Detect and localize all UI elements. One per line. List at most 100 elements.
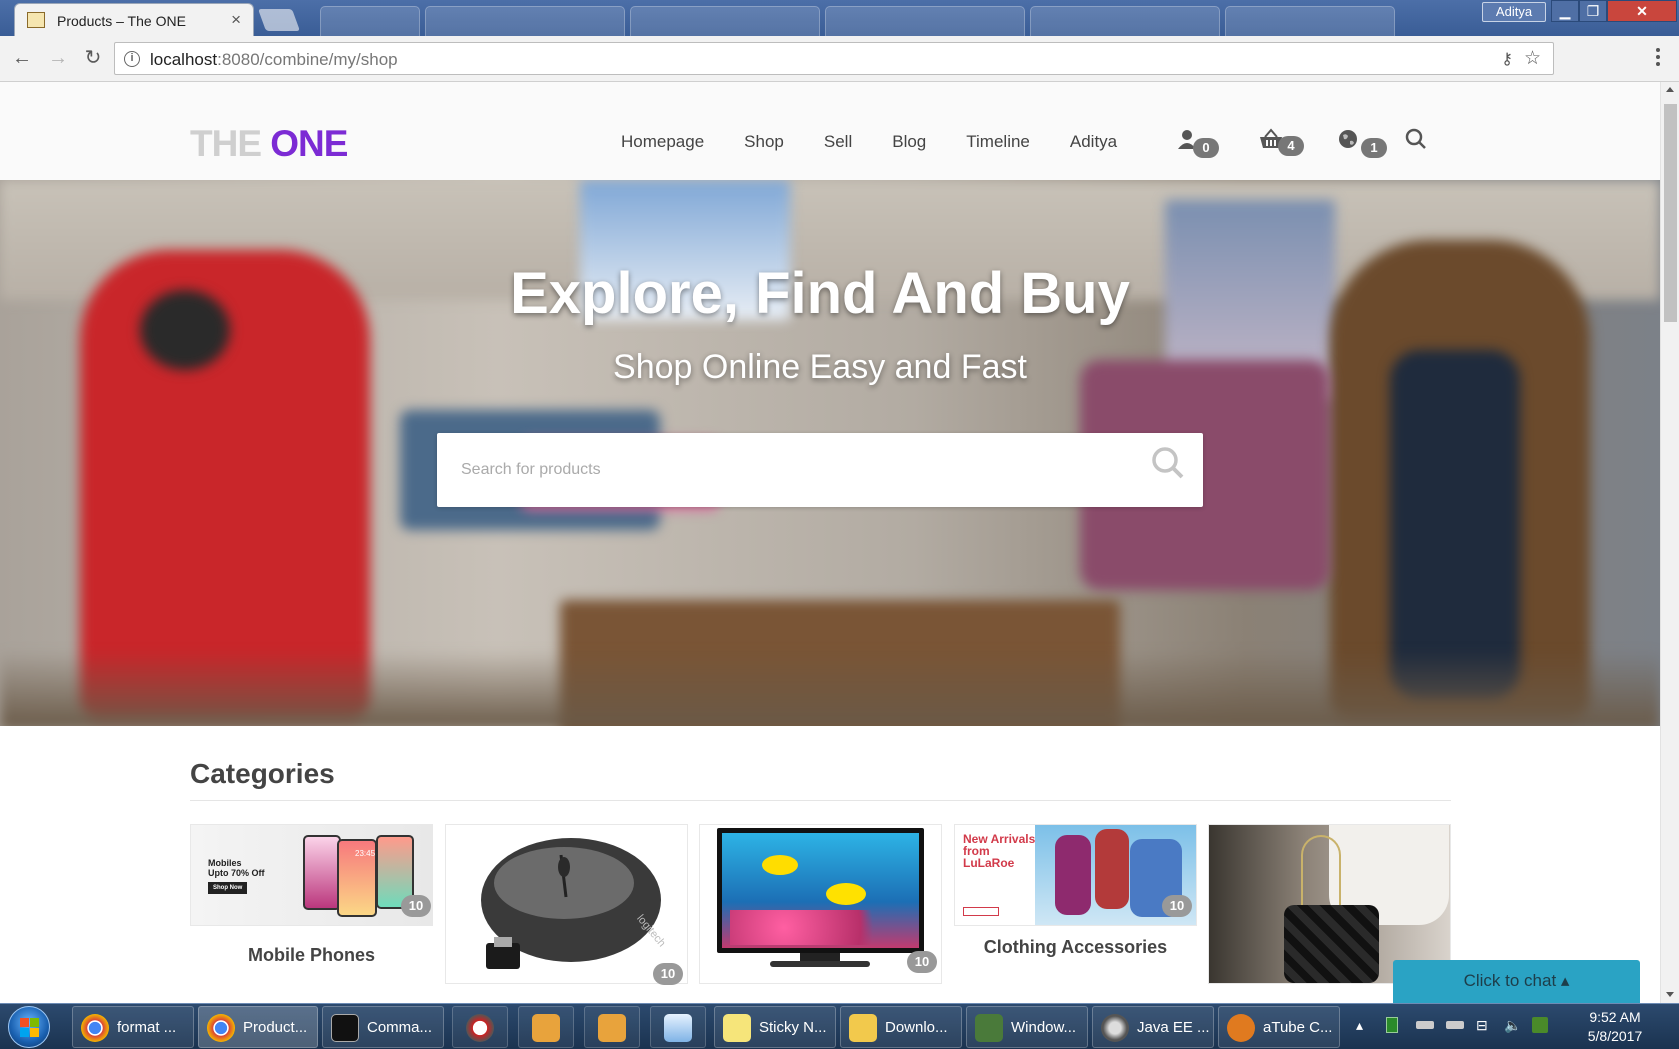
nav-timeline[interactable]: Timeline	[966, 132, 1030, 152]
taskbar-clock[interactable]: 9:52 AM 5/8/2017	[1560, 1008, 1670, 1046]
header-search-icon[interactable]	[1405, 128, 1427, 150]
site-logo[interactable]: THE ONE	[190, 123, 348, 165]
browser-menu-icon[interactable]	[1656, 48, 1662, 69]
banner-text: LuLaRoe	[963, 856, 1015, 870]
divider	[190, 800, 1451, 801]
taskbar-downloads[interactable]: Downlo...	[840, 1006, 962, 1048]
start-button[interactable]	[8, 1006, 50, 1048]
nav-homepage[interactable]: Homepage	[621, 132, 704, 152]
tray-drive-icon[interactable]	[1446, 1021, 1464, 1029]
cart-count-badge: 4	[1278, 136, 1304, 156]
taskbar-sticky-notes[interactable]: Sticky N...	[714, 1006, 836, 1048]
browser-tabstrip: Products – The ONE × Aditya ▁ ❐ ✕	[0, 0, 1679, 36]
background-tab[interactable]	[630, 6, 820, 36]
category-image: logitech	[446, 825, 687, 983]
taskbar-chrome-format[interactable]: format ...	[72, 1006, 194, 1048]
user-count-badge: 0	[1193, 138, 1219, 158]
tray-network-icon[interactable]: ⊟	[1476, 1017, 1488, 1034]
taskbar-chrome-products[interactable]: Product...	[198, 1006, 318, 1048]
taskbar-label: Comma...	[367, 1019, 433, 1036]
site-favicon-icon	[27, 12, 45, 28]
sticky-notes-icon	[723, 1014, 751, 1042]
banner-cta: Shop Now	[208, 882, 248, 894]
address-bar[interactable]: i localhost:8080/combine/my/shop ⚷ ☆	[114, 42, 1554, 75]
hero-banner: Explore, Find And Buy Shop Online Easy a…	[0, 180, 1660, 726]
compass-icon	[466, 1014, 494, 1042]
new-tab-button[interactable]	[257, 9, 301, 31]
background-tab[interactable]	[1030, 6, 1220, 36]
taskbar-java-ee[interactable]: Java EE ...	[1092, 1006, 1214, 1048]
browser-tab-active[interactable]: Products – The ONE ×	[14, 3, 254, 36]
banner-text: Upto 70% Off	[208, 868, 265, 878]
background-tab[interactable]	[825, 6, 1025, 36]
scroll-down-icon[interactable]	[1666, 992, 1674, 997]
taskbar-pinned-app[interactable]	[518, 1006, 574, 1048]
category-name: Clothing Accessories	[983, 937, 1168, 957]
search-submit-icon[interactable]	[1151, 446, 1185, 480]
key-icon[interactable]: ⚷	[1501, 49, 1513, 69]
taskbar-atube[interactable]: aTube C...	[1218, 1006, 1340, 1048]
taskbar-windows-app[interactable]: Window...	[966, 1006, 1088, 1048]
globe-notification-icon[interactable]	[1337, 128, 1359, 150]
windows-logo-icon	[20, 1018, 40, 1038]
taskbar-label: Sticky N...	[759, 1019, 827, 1036]
nav-shop[interactable]: Shop	[744, 132, 784, 152]
taskbar-label: Java EE ...	[1137, 1019, 1210, 1036]
category-count-badge: 10	[907, 951, 937, 973]
url-path: :8080/combine/my/shop	[217, 50, 398, 69]
nav-sell[interactable]: Sell	[824, 132, 852, 152]
reload-icon[interactable]: ↻	[81, 47, 105, 71]
nav-blog[interactable]: Blog	[892, 132, 926, 152]
background-tab[interactable]	[320, 6, 420, 36]
click-to-chat-button[interactable]: Click to chat ▴	[1393, 960, 1640, 1003]
chrome-icon	[207, 1014, 235, 1042]
bookmark-star-icon[interactable]: ☆	[1524, 47, 1541, 70]
atube-icon	[1227, 1014, 1255, 1042]
nav-user-aditya[interactable]: Aditya	[1070, 132, 1117, 152]
tray-volume-icon[interactable]: 🔈	[1504, 1017, 1521, 1034]
tab-close-icon[interactable]: ×	[231, 10, 241, 30]
category-card-mobile-phones[interactable]: Mobiles Upto 70% Off Shop Now 23:45 10 M…	[190, 824, 433, 965]
window-user-label[interactable]: Aditya	[1482, 2, 1546, 22]
eclipse-gear-icon	[1101, 1014, 1129, 1042]
browser-toolbar: ← → ↻ i localhost:8080/combine/my/shop ⚷…	[0, 36, 1679, 82]
taskbar-label: format ...	[117, 1019, 177, 1036]
os-taskbar: format ... Product... Comma... Sticky N.…	[0, 1003, 1679, 1049]
hero-subtitle: Shop Online Easy and Fast	[613, 348, 1027, 386]
page-scrollbar[interactable]	[1660, 82, 1679, 1003]
url-text: localhost:8080/combine/my/shop	[150, 50, 398, 70]
category-card-accessories[interactable]: logitech 10	[445, 824, 688, 985]
forward-arrow-icon[interactable]: →	[46, 47, 70, 71]
monitor-icon	[975, 1014, 1003, 1042]
scroll-up-icon[interactable]	[1666, 87, 1674, 92]
clock-time: 9:52 AM	[1589, 1009, 1641, 1025]
category-image: New Arrivals from LuLaRoe	[955, 825, 1196, 925]
taskbar-pinned-app[interactable]	[650, 1006, 706, 1048]
tray-app-icon[interactable]	[1386, 1017, 1398, 1033]
taskbar-label: Downlo...	[885, 1019, 948, 1036]
background-tab[interactable]	[1225, 6, 1395, 36]
logo-one: ONE	[270, 123, 348, 164]
background-tab[interactable]	[425, 6, 625, 36]
tray-usb-icon[interactable]	[1416, 1021, 1434, 1029]
category-card-clothing-accessories[interactable]: New Arrivals from LuLaRoe 10 Clothing Ac…	[954, 824, 1197, 957]
banner-clock: 23:45	[355, 849, 376, 858]
maximize-button[interactable]: ❐	[1579, 0, 1607, 22]
tray-expand-icon[interactable]: ▴	[1356, 1017, 1363, 1034]
url-host: localhost	[150, 50, 218, 69]
category-image	[700, 825, 941, 983]
product-search-input[interactable]	[437, 433, 1127, 507]
taskbar-pinned-app[interactable]	[452, 1006, 508, 1048]
back-arrow-icon[interactable]: ←	[10, 47, 34, 71]
taskbar-pinned-app[interactable]	[584, 1006, 640, 1048]
minimize-button[interactable]: ▁	[1551, 0, 1579, 22]
site-info-icon[interactable]: i	[124, 51, 140, 67]
close-window-button[interactable]: ✕	[1607, 0, 1677, 22]
taskbar-command-prompt[interactable]: Comma...	[322, 1006, 444, 1048]
category-card-electronics[interactable]: 10	[699, 824, 942, 984]
scrollbar-thumb[interactable]	[1664, 104, 1677, 322]
sublime-text-icon	[598, 1014, 626, 1042]
banner-text: Mobiles	[208, 858, 242, 868]
globe-count-badge: 1	[1361, 138, 1387, 158]
tray-nvidia-icon[interactable]	[1532, 1017, 1548, 1033]
